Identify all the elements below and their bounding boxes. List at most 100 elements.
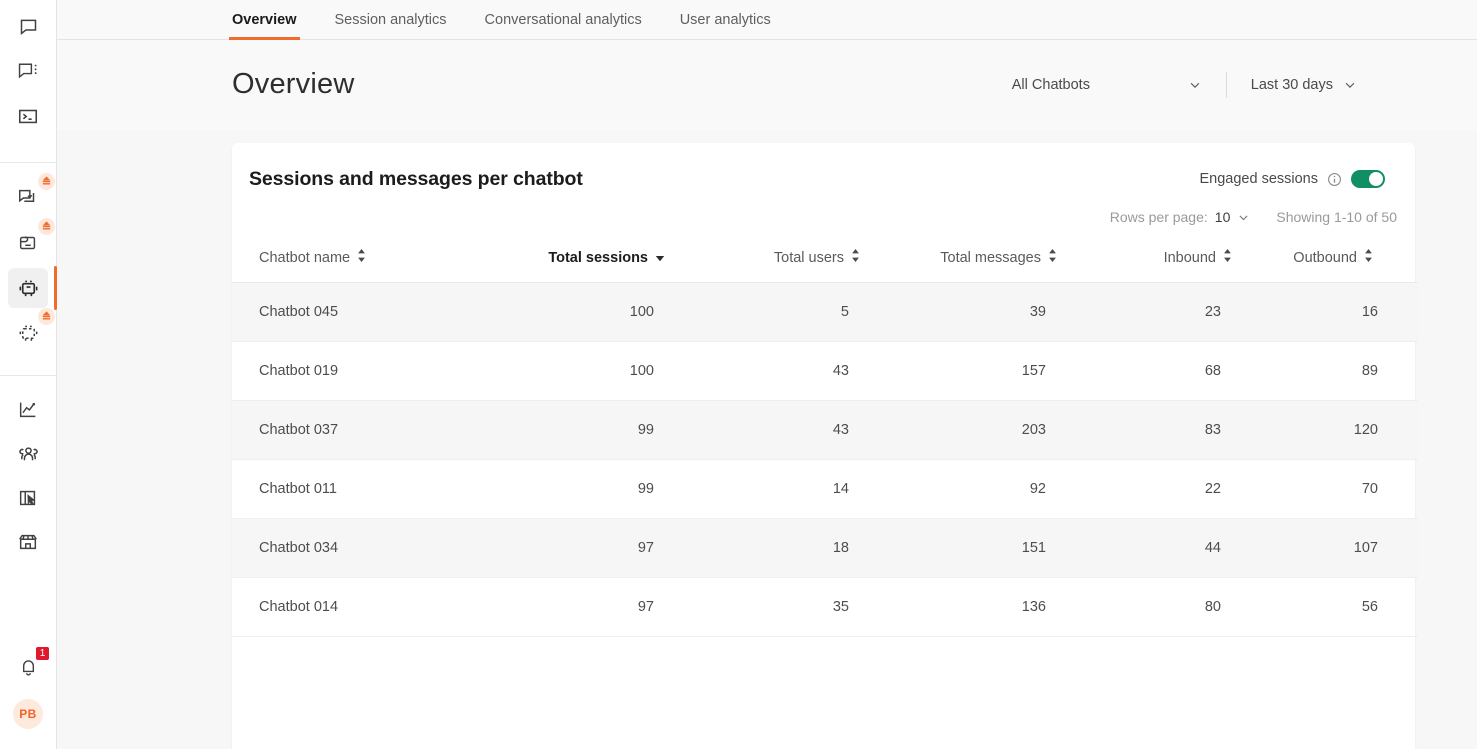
chevron-down-icon bbox=[1188, 78, 1202, 92]
chat-menu-icon[interactable] bbox=[8, 51, 48, 91]
cell-total-sessions: 97 bbox=[472, 519, 672, 578]
cell-total-sessions: 97 bbox=[472, 578, 672, 637]
engaged-sessions-label: Engaged sessions bbox=[1200, 171, 1319, 187]
chevron-down-icon bbox=[1343, 78, 1357, 92]
new-badge-icon bbox=[38, 218, 55, 235]
engaged-sessions-control: Engaged sessions bbox=[1200, 170, 1386, 188]
cell-total-sessions: 99 bbox=[472, 401, 672, 460]
cell-chatbot-name: Chatbot 019 bbox=[232, 342, 472, 401]
tab-conversational-analytics[interactable]: Conversational analytics bbox=[485, 12, 642, 39]
dashboard-icon[interactable] bbox=[8, 478, 48, 518]
sort-both-icon bbox=[1364, 249, 1373, 266]
rows-per-page-label: Rows per page: bbox=[1110, 209, 1208, 225]
column-label: Outbound bbox=[1293, 250, 1357, 266]
chatbot-metrics-table: Chatbot name Total sessions bbox=[232, 239, 1418, 637]
table-row[interactable]: Chatbot 011 99 14 92 22 70 bbox=[232, 460, 1418, 519]
main-content: Overview Session analytics Conversationa… bbox=[57, 0, 1477, 749]
column-header-total-users[interactable]: Total users bbox=[672, 239, 867, 283]
cell-inbound: 68 bbox=[1064, 342, 1239, 401]
tab-bar: Overview Session analytics Conversationa… bbox=[57, 0, 1477, 40]
sort-both-icon bbox=[1048, 249, 1057, 266]
users-icon[interactable] bbox=[8, 434, 48, 474]
column-header-chatbot-name[interactable]: Chatbot name bbox=[232, 239, 472, 283]
cell-outbound: 16 bbox=[1239, 283, 1418, 342]
filter-divider bbox=[1226, 72, 1227, 98]
chevron-down-icon bbox=[1237, 211, 1250, 224]
cell-chatbot-name: Chatbot 037 bbox=[232, 401, 472, 460]
notifications-button[interactable]: 1 bbox=[8, 647, 48, 687]
page-title: Overview bbox=[232, 68, 354, 101]
rail-group-top bbox=[0, 0, 56, 136]
terminal-icon[interactable] bbox=[8, 96, 48, 136]
cell-chatbot-name: Chatbot 014 bbox=[232, 578, 472, 637]
column-header-total-messages[interactable]: Total messages bbox=[867, 239, 1064, 283]
sidebar-item-chatbots[interactable] bbox=[8, 268, 48, 308]
chat-bubble-icon[interactable] bbox=[8, 6, 48, 46]
page-topbar: Overview Session analytics Conversationa… bbox=[57, 0, 1477, 130]
column-label: Total sessions bbox=[548, 250, 648, 266]
column-header-total-sessions[interactable]: Total sessions bbox=[472, 239, 672, 283]
table-body: Chatbot 045 100 5 39 23 16 Chatbot 019 1… bbox=[232, 283, 1418, 637]
inbox-icon[interactable] bbox=[8, 223, 48, 263]
cell-total-messages: 203 bbox=[867, 401, 1064, 460]
cell-total-users: 14 bbox=[672, 460, 867, 519]
cell-total-users: 5 bbox=[672, 283, 867, 342]
storefront-icon[interactable] bbox=[8, 522, 48, 562]
cell-outbound: 70 bbox=[1239, 460, 1418, 519]
table-row[interactable]: Chatbot 034 97 18 151 44 107 bbox=[232, 519, 1418, 578]
cell-inbound: 44 bbox=[1064, 519, 1239, 578]
sort-both-icon bbox=[1223, 249, 1232, 266]
cell-total-messages: 136 bbox=[867, 578, 1064, 637]
card-title: Sessions and messages per chatbot bbox=[249, 168, 583, 191]
chatbot-config-icon[interactable] bbox=[8, 313, 48, 353]
rows-per-page-control[interactable]: Rows per page: 10 bbox=[1110, 209, 1251, 225]
tab-overview[interactable]: Overview bbox=[232, 12, 297, 39]
cell-outbound: 120 bbox=[1239, 401, 1418, 460]
engaged-sessions-toggle[interactable] bbox=[1351, 170, 1385, 188]
notification-count-badge: 1 bbox=[36, 647, 49, 660]
cell-total-users: 18 bbox=[672, 519, 867, 578]
chatbot-filter-select[interactable]: All Chatbots bbox=[1012, 77, 1202, 93]
header-filters: All Chatbots Last 30 days bbox=[1012, 72, 1357, 98]
new-badge-icon bbox=[38, 173, 55, 190]
cell-outbound: 107 bbox=[1239, 519, 1418, 578]
table-row[interactable]: Chatbot 019 100 43 157 68 89 bbox=[232, 342, 1418, 401]
bell-icon bbox=[18, 657, 39, 678]
cell-total-sessions: 100 bbox=[472, 342, 672, 401]
column-label: Total messages bbox=[940, 250, 1041, 266]
cell-inbound: 80 bbox=[1064, 578, 1239, 637]
table-header: Chatbot name Total sessions bbox=[232, 239, 1418, 283]
column-label: Total users bbox=[774, 250, 844, 266]
column-label: Inbound bbox=[1164, 250, 1216, 266]
cell-outbound: 89 bbox=[1239, 342, 1418, 401]
column-header-inbound[interactable]: Inbound bbox=[1064, 239, 1239, 283]
left-nav-rail: 1 PB bbox=[0, 0, 57, 749]
sort-both-icon bbox=[357, 249, 366, 266]
cell-chatbot-name: Chatbot 034 bbox=[232, 519, 472, 578]
new-badge-icon bbox=[38, 308, 55, 325]
cell-total-messages: 92 bbox=[867, 460, 1064, 519]
cell-total-sessions: 100 bbox=[472, 283, 672, 342]
rows-per-page-value: 10 bbox=[1215, 209, 1231, 225]
card-header: Sessions and messages per chatbot Engage… bbox=[232, 143, 1415, 195]
info-icon[interactable] bbox=[1327, 172, 1342, 187]
table-row[interactable]: Chatbot 037 99 43 203 83 120 bbox=[232, 401, 1418, 460]
cell-total-users: 43 bbox=[672, 401, 867, 460]
cell-outbound: 56 bbox=[1239, 578, 1418, 637]
date-range-select[interactable]: Last 30 days bbox=[1251, 77, 1357, 93]
copy-chat-icon[interactable] bbox=[8, 178, 48, 218]
tab-session-analytics[interactable]: Session analytics bbox=[335, 12, 447, 39]
tab-user-analytics[interactable]: User analytics bbox=[680, 12, 771, 39]
cell-chatbot-name: Chatbot 011 bbox=[232, 460, 472, 519]
avatar[interactable]: PB bbox=[13, 699, 43, 729]
table-row[interactable]: Chatbot 014 97 35 136 80 56 bbox=[232, 578, 1418, 637]
column-header-outbound[interactable]: Outbound bbox=[1239, 239, 1418, 283]
sessions-messages-card: Sessions and messages per chatbot Engage… bbox=[232, 143, 1415, 749]
page-header: Overview All Chatbots Last 30 days bbox=[57, 40, 1477, 129]
cell-total-messages: 39 bbox=[867, 283, 1064, 342]
sort-desc-icon bbox=[655, 250, 665, 266]
cell-inbound: 23 bbox=[1064, 283, 1239, 342]
table-row[interactable]: Chatbot 045 100 5 39 23 16 bbox=[232, 283, 1418, 342]
rail-group-mid bbox=[0, 163, 56, 353]
analytics-icon[interactable] bbox=[8, 390, 48, 430]
